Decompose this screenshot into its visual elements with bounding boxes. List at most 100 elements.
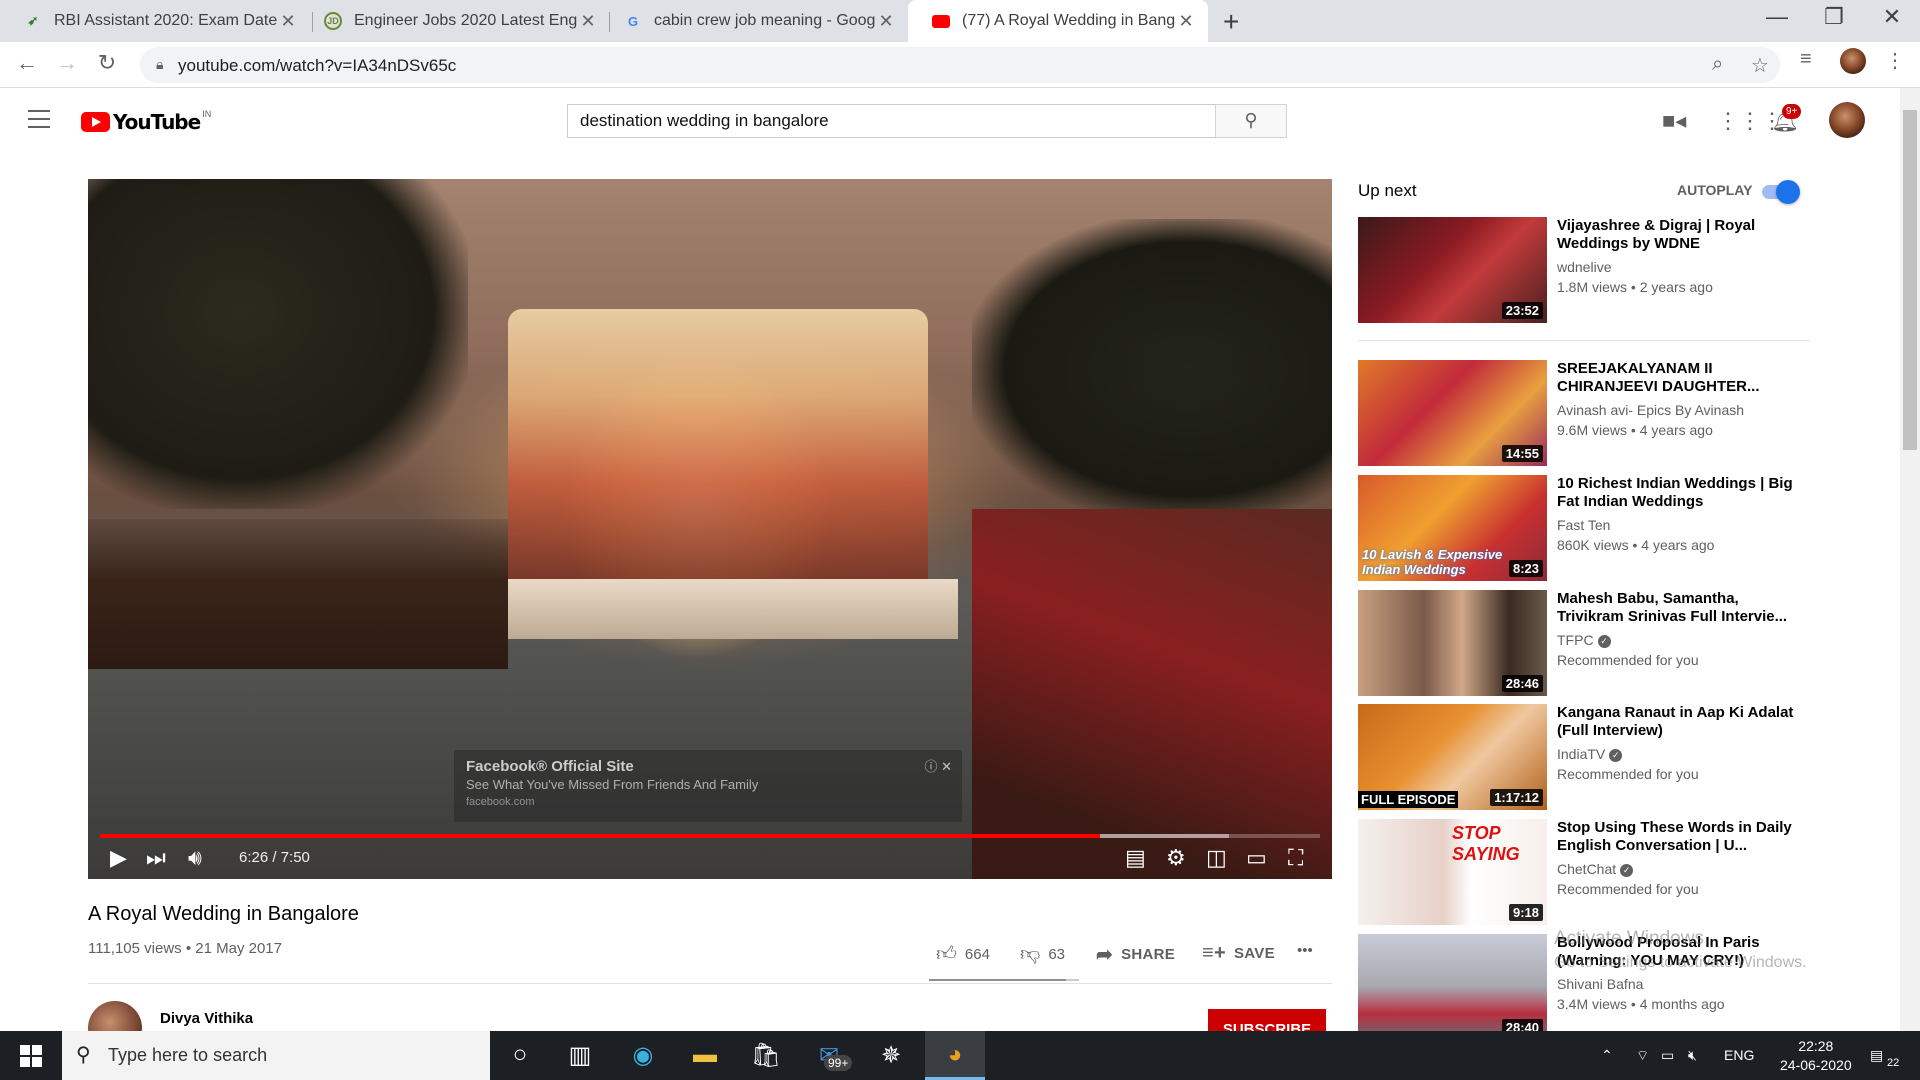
- new-tab-button[interactable]: +: [1223, 6, 1239, 38]
- close-tab-icon[interactable]: ✕: [876, 11, 896, 32]
- browser-tab-4-active[interactable]: (77) A Royal Wedding in Bangalo ✕: [908, 0, 1208, 42]
- close-tab-icon[interactable]: ✕: [1176, 11, 1196, 32]
- channel-name[interactable]: Divya Vithika: [160, 1010, 253, 1027]
- video-thumbnail[interactable]: 28:40: [1358, 934, 1547, 1040]
- account-avatar[interactable]: [1829, 102, 1865, 138]
- action-center-icon[interactable]: ▤: [1870, 1047, 1883, 1064]
- url-text[interactable]: youtube.com/watch?v=IA34nDSv65c: [178, 56, 456, 76]
- channel-name[interactable]: Shivani Bafna: [1557, 976, 1643, 992]
- channel-name[interactable]: IndiaTV ✓: [1557, 746, 1623, 762]
- watermark-line-1: Activate Windows: [1554, 928, 1704, 949]
- windows-start-icon[interactable]: [20, 1045, 42, 1067]
- close-tab-icon[interactable]: ✕: [278, 11, 298, 32]
- file-explorer-icon[interactable]: ▬: [685, 1041, 725, 1069]
- share-label: SHARE: [1121, 946, 1176, 963]
- sidebar-video-item[interactable]: 23:52 Vijayashree & Digraj | Royal Weddi…: [1358, 217, 1810, 323]
- task-view-icon[interactable]: ▥: [560, 1041, 600, 1070]
- app-icon[interactable]: ✵: [871, 1041, 911, 1070]
- ad-close-icon[interactable]: ⓘ ✕: [924, 756, 952, 775]
- save-button[interactable]: ≡+ SAVE: [1202, 942, 1275, 965]
- sidebar-video-item[interactable]: FULL EPISODE 1:17:12 Kangana Ranaut in A…: [1358, 704, 1810, 810]
- hamburger-menu-icon[interactable]: [28, 110, 50, 134]
- miniplayer-icon[interactable]: ◫: [1206, 845, 1227, 871]
- like-button[interactable]: 👍︎ 664: [936, 942, 990, 966]
- volume-icon[interactable]: 🔊︎: [188, 845, 202, 871]
- back-arrow-icon[interactable]: ←: [12, 50, 42, 76]
- channel-name[interactable]: wdnelive: [1557, 259, 1611, 275]
- fullscreen-icon[interactable]: ⛶: [1288, 845, 1303, 871]
- overlay-ad[interactable]: Facebook® Official Site See What You've …: [454, 750, 962, 822]
- browser-tab-3[interactable]: G cabin crew job meaning - Google ✕: [600, 0, 908, 42]
- taskbar-clock[interactable]: 22:28 24-06-2020: [1780, 1037, 1852, 1075]
- channel-name-text: TFPC: [1557, 632, 1594, 648]
- language-indicator[interactable]: ENG: [1724, 1047, 1754, 1063]
- video-thumbnail[interactable]: 23:52: [1358, 217, 1547, 323]
- bookmark-star-icon[interactable]: ☆: [1751, 53, 1769, 78]
- like-ratio-fill: [929, 979, 1066, 981]
- browser-tab-1[interactable]: ➶ RBI Assistant 2020: Exam Date, N ✕: [0, 0, 310, 42]
- next-icon[interactable]: ⏭: [146, 845, 166, 871]
- show-hidden-icons-chevron-icon[interactable]: ⌃: [1601, 1047, 1613, 1064]
- more-actions-icon[interactable]: •••: [1297, 942, 1313, 959]
- scrollbar-thumb[interactable]: [1903, 110, 1917, 450]
- channel-name[interactable]: ChetChat ✓: [1557, 861, 1634, 877]
- video-thumbnail[interactable]: 14:55: [1358, 360, 1547, 466]
- video-title[interactable]: SREEJAKALYANAM II CHIRANJEEVI DAUGHTER..…: [1557, 360, 1797, 396]
- search-button[interactable]: ⚲: [1215, 104, 1287, 138]
- media-controls-icon[interactable]: ≡: [1800, 48, 1812, 71]
- sidebar-video-item[interactable]: 14:55 SREEJAKALYANAM II CHIRANJEEVI DAUG…: [1358, 360, 1810, 466]
- address-bar[interactable]: 🔒︎ youtube.com/watch?v=IA34nDSv65c ⌕ ☆: [140, 47, 1780, 83]
- create-video-icon[interactable]: ■◂: [1662, 108, 1686, 134]
- video-player[interactable]: Facebook® Official Site See What You've …: [88, 179, 1332, 879]
- like-count: 664: [964, 945, 990, 963]
- tab-title: RBI Assistant 2020: Exam Date, N: [54, 12, 278, 29]
- video-meta: 9.6M views • 4 years ago: [1557, 422, 1713, 438]
- profile-avatar[interactable]: [1840, 48, 1866, 74]
- search-input[interactable]: destination wedding in bangalore: [567, 104, 1215, 138]
- menu-kebab-icon[interactable]: ⋮: [1885, 48, 1905, 73]
- channel-name[interactable]: Fast Ten: [1557, 517, 1610, 533]
- minimize-icon[interactable]: —: [1757, 4, 1797, 30]
- video-title[interactable]: Stop Using These Words in Daily English …: [1557, 819, 1797, 855]
- cortana-icon[interactable]: ○: [500, 1041, 540, 1069]
- close-tab-icon[interactable]: ✕: [578, 11, 598, 32]
- taskbar-search-box[interactable]: ⚲ Type here to search: [62, 1031, 490, 1080]
- dislike-button[interactable]: 👎︎ 63: [1020, 942, 1065, 966]
- share-button[interactable]: ➦ SHARE: [1096, 942, 1175, 967]
- video-thumbnail[interactable]: 10 Lavish & Expensive Indian Weddings 8:…: [1358, 475, 1547, 581]
- verified-check-icon: ✓: [1597, 634, 1611, 648]
- progress-bar[interactable]: [100, 834, 1320, 838]
- chrome-icon[interactable]: ◕: [935, 1041, 975, 1069]
- sidebar-video-item[interactable]: 10 Lavish & Expensive Indian Weddings 8:…: [1358, 475, 1810, 581]
- youtube-logo[interactable]: YouTube IN: [81, 109, 211, 134]
- video-title[interactable]: Kangana Ranaut in Aap Ki Adalat (Full In…: [1557, 704, 1797, 740]
- volume-muted-icon[interactable]: 🔇︎: [1688, 1047, 1697, 1064]
- reload-icon[interactable]: ↻: [92, 50, 122, 76]
- close-window-icon[interactable]: ✕: [1872, 4, 1912, 30]
- video-thumbnail[interactable]: FULL EPISODE 1:17:12: [1358, 704, 1547, 810]
- settings-gear-icon[interactable]: ⚙: [1166, 845, 1186, 871]
- store-icon[interactable]: 🛍︎: [746, 1041, 786, 1070]
- forward-arrow-icon[interactable]: →: [52, 50, 82, 76]
- play-icon[interactable]: ▶: [110, 845, 127, 871]
- zoom-icon[interactable]: ⌕: [1712, 53, 1723, 76]
- battery-icon[interactable]: ▭: [1661, 1047, 1674, 1064]
- video-title[interactable]: Mahesh Babu, Samantha, Trivikram Sriniva…: [1557, 590, 1797, 626]
- wifi-icon[interactable]: ⌔: [1636, 1047, 1649, 1065]
- subtitles-icon[interactable]: ▤: [1125, 845, 1146, 871]
- video-title[interactable]: Vijayashree & Digraj | Royal Weddings by…: [1557, 217, 1797, 253]
- channel-name[interactable]: Avinash avi- Epics By Avinash: [1557, 402, 1744, 418]
- theater-mode-icon[interactable]: ▭: [1246, 845, 1267, 871]
- sidebar-video-item[interactable]: 28:46 Mahesh Babu, Samantha, Trivikram S…: [1358, 590, 1810, 696]
- video-thumbnail[interactable]: STOP SAYING 9:18: [1358, 819, 1547, 925]
- up-next-heading: Up next: [1358, 181, 1417, 200]
- autoplay-toggle-knob[interactable]: [1776, 180, 1800, 204]
- browser-tab-2[interactable]: JD Engineer Jobs 2020 Latest Engine ✕: [300, 0, 610, 42]
- video-thumbnail[interactable]: 28:46: [1358, 590, 1547, 696]
- activate-windows-watermark: Activate Windows Go to Settings to activ…: [1554, 927, 1807, 975]
- maximize-icon[interactable]: ❐: [1814, 4, 1854, 30]
- sidebar-video-item[interactable]: STOP SAYING 9:18 Stop Using These Words …: [1358, 819, 1810, 925]
- edge-browser-icon[interactable]: ◉: [623, 1041, 663, 1070]
- channel-name[interactable]: TFPC ✓: [1557, 632, 1611, 648]
- video-title[interactable]: 10 Richest Indian Weddings | Big Fat Ind…: [1557, 475, 1797, 511]
